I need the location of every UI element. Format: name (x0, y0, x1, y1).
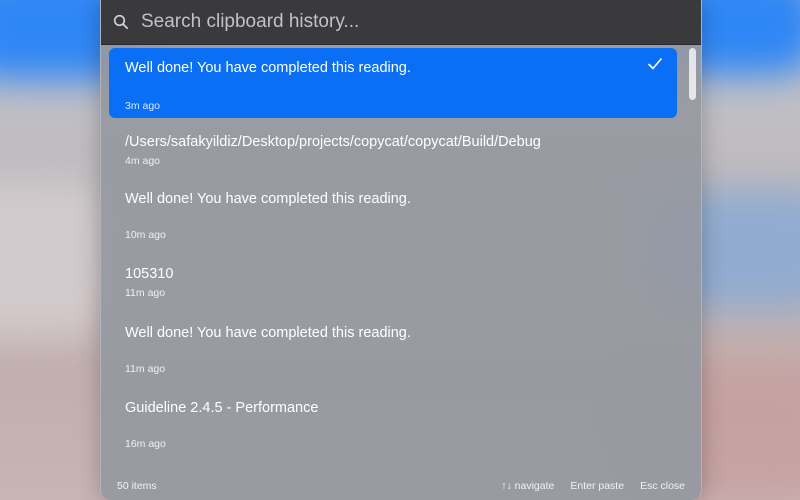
navigate-hint: ↑↓ navigate (501, 480, 555, 492)
list-item[interactable]: Guideline 2.4.5 - Performance 16m ago (109, 390, 677, 456)
item-time: 4m ago (125, 155, 161, 167)
list-item[interactable]: 105310 11m ago (109, 256, 677, 306)
clipboard-history-panel: Well done! You have completed this readi… (100, 0, 702, 500)
close-hint: Esc close (640, 480, 685, 492)
check-icon (648, 58, 662, 70)
scrollbar-thumb[interactable] (689, 48, 696, 100)
item-text: Well done! You have completed this readi… (125, 325, 411, 341)
list-item[interactable]: Well done! You have completed this readi… (109, 314, 677, 380)
item-time: 3m ago (125, 100, 161, 112)
item-time: 11m ago (125, 363, 166, 375)
search-icon (113, 14, 129, 30)
item-time: 16m ago (125, 438, 166, 450)
paste-hint: Enter paste (570, 480, 625, 492)
item-text: Well done! You have completed this readi… (125, 191, 411, 207)
footer-bar: 50 items ↑↓ navigate Enter paste Esc clo… (101, 470, 701, 500)
keyboard-hints: ↑↓ navigate Enter paste Esc close (501, 480, 685, 492)
search-bar (101, 0, 701, 45)
item-time: 10m ago (125, 229, 166, 241)
item-text: Guideline 2.4.5 - Performance (125, 400, 319, 416)
list-scrollbar[interactable] (687, 48, 697, 464)
item-text: 105310 (125, 266, 174, 282)
item-text: /Users/safakyildiz/Desktop/projects/copy… (125, 134, 541, 150)
item-count: 50 items (117, 480, 157, 492)
list-item[interactable]: Well done! You have completed this readi… (109, 48, 677, 118)
backdrop-blur-shape (0, 180, 110, 340)
clipboard-list: Well done! You have completed this readi… (101, 44, 701, 468)
search-input[interactable] (139, 6, 701, 38)
list-item[interactable]: /Users/safakyildiz/Desktop/projects/copy… (109, 124, 677, 174)
item-text: Well done! You have completed this readi… (125, 60, 411, 76)
list-item[interactable]: Well done! You have completed this readi… (109, 180, 677, 246)
item-time: 11m ago (125, 287, 166, 299)
